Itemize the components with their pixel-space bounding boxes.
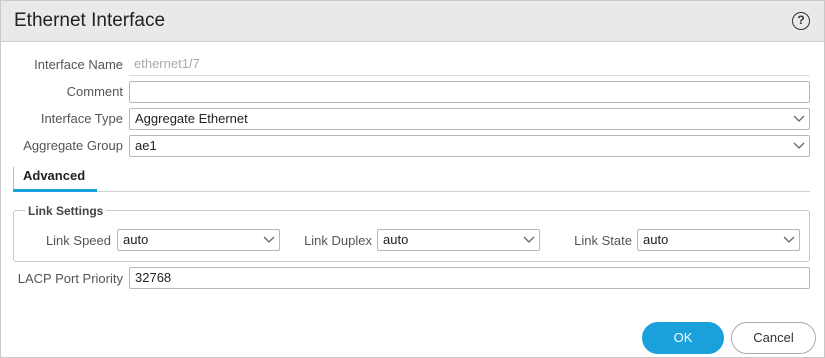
tabs-divider (13, 191, 810, 192)
tab-active-indicator (13, 189, 97, 192)
ok-button[interactable]: OK (642, 322, 724, 354)
chevron-down-icon (793, 141, 805, 151)
chevron-down-icon (263, 235, 275, 245)
interface-type-label: Interface Type (40, 111, 123, 126)
ethernet-interface-dialog: Ethernet Interface ? Interface Name ethe… (0, 0, 825, 358)
interface-name-label: Interface Name (34, 57, 123, 72)
link-speed-label: Link Speed (45, 233, 111, 248)
chevron-down-icon (523, 235, 535, 245)
tab-advanced-label: Advanced (23, 168, 86, 183)
link-state-select[interactable]: auto (637, 229, 800, 251)
link-duplex-select[interactable]: auto (377, 229, 540, 251)
cancel-button[interactable]: Cancel (731, 322, 816, 354)
chevron-down-icon (783, 235, 795, 245)
interface-type-value: Aggregate Ethernet (135, 111, 248, 126)
link-speed-select[interactable]: auto (117, 229, 280, 251)
chevron-down-icon (793, 114, 805, 124)
interface-type-select[interactable]: Aggregate Ethernet (129, 108, 810, 130)
aggregate-group-label: Aggregate Group (23, 138, 123, 153)
comment-label: Comment (66, 84, 123, 99)
aggregate-group-value: ae1 (135, 138, 157, 153)
link-settings-legend: Link Settings (25, 204, 107, 218)
lacp-priority-input[interactable]: 32768 (129, 267, 810, 289)
aggregate-group-select[interactable]: ae1 (129, 135, 810, 157)
link-state-value: auto (643, 232, 669, 247)
question-circle-icon[interactable]: ? (792, 12, 810, 30)
tab-advanced[interactable]: Advanced (13, 165, 97, 192)
comment-input[interactable] (129, 81, 810, 103)
dialog-title: Ethernet Interface (14, 10, 166, 31)
link-speed-value: auto (123, 232, 149, 247)
link-state-label: Link State (574, 233, 632, 248)
link-duplex-value: auto (383, 232, 409, 247)
tab-edge (13, 167, 14, 189)
link-duplex-label: Link Duplex (304, 233, 372, 248)
dialog-titlebar: Ethernet Interface ? (1, 1, 824, 42)
lacp-priority-label: LACP Port Priority (17, 271, 123, 286)
interface-name-field: ethernet1/7 (129, 54, 810, 76)
